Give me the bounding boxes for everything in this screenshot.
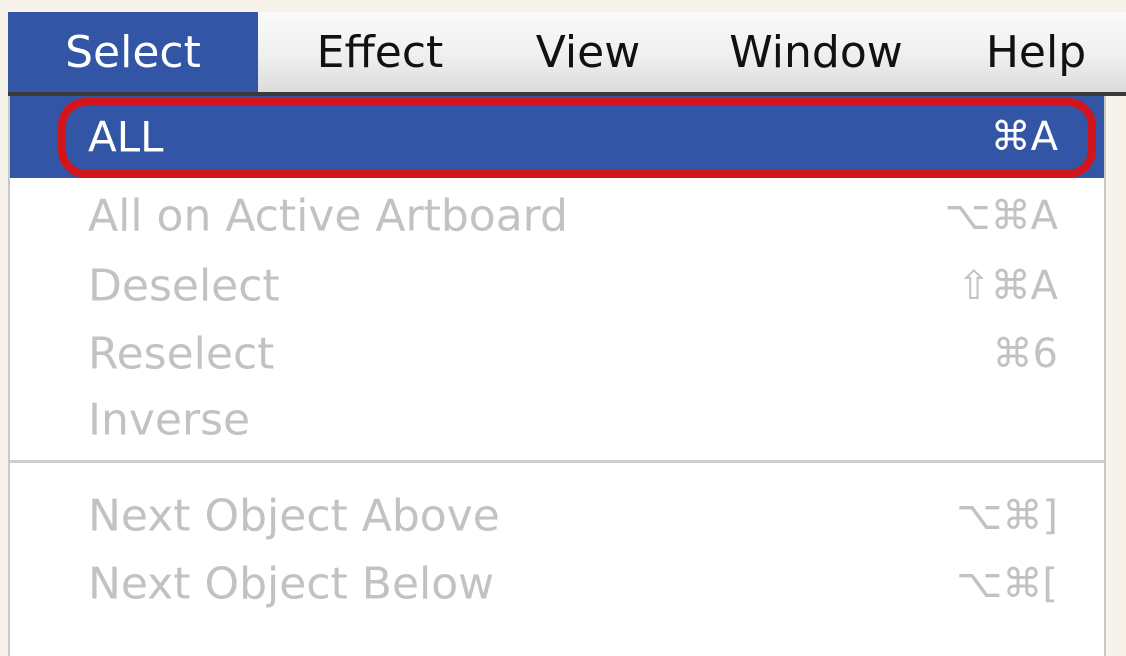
- annotation-highlight-ring: [58, 98, 1096, 178]
- menu-item-reselect[interactable]: Reselect ⌘6: [10, 320, 1104, 388]
- menu-item-shortcut: ⌥⌘]: [956, 493, 1058, 539]
- menu-item-label: Reselect: [88, 328, 275, 380]
- menu-effect[interactable]: Effect: [280, 12, 480, 92]
- menu-item-shortcut: ⇧⌘A: [957, 263, 1058, 309]
- menu-window[interactable]: Window: [700, 12, 932, 92]
- menu-item-deselect[interactable]: Deselect ⇧⌘A: [10, 252, 1104, 320]
- menu-item-label: Next Object Below: [88, 558, 495, 610]
- menu-item-next-object-below[interactable]: Next Object Below ⌥⌘[: [10, 550, 1104, 618]
- menu-item-all[interactable]: ALL ⌘A: [10, 96, 1104, 178]
- menu-item-next-object-above[interactable]: Next Object Above ⌥⌘]: [10, 482, 1104, 550]
- menu-item-shortcut: ⌘A: [990, 114, 1058, 160]
- menu-item-inverse[interactable]: Inverse: [10, 386, 1104, 454]
- menu-select[interactable]: Select: [8, 12, 258, 92]
- menu-help[interactable]: Help: [956, 12, 1116, 92]
- menu-view[interactable]: View: [508, 12, 668, 92]
- menu-item-label: Inverse: [88, 394, 251, 446]
- menu-separator: [10, 460, 1104, 463]
- menu-item-label: Deselect: [88, 260, 280, 312]
- menu-item-label: Next Object Above: [88, 490, 500, 542]
- menu-item-shortcut: ⌥⌘[: [956, 561, 1058, 607]
- select-dropdown-menu: ALL ⌘A All on Active Artboard ⌥⌘A Desele…: [8, 96, 1106, 656]
- menu-item-label: ALL: [88, 112, 164, 162]
- menu-item-all-on-active-artboard[interactable]: All on Active Artboard ⌥⌘A: [10, 182, 1104, 250]
- menu-item-label: All on Active Artboard: [88, 190, 568, 242]
- menu-bar: Select Effect View Window Help: [8, 12, 1126, 96]
- menu-item-shortcut: ⌘6: [992, 331, 1058, 377]
- menu-item-shortcut: ⌥⌘A: [944, 193, 1058, 239]
